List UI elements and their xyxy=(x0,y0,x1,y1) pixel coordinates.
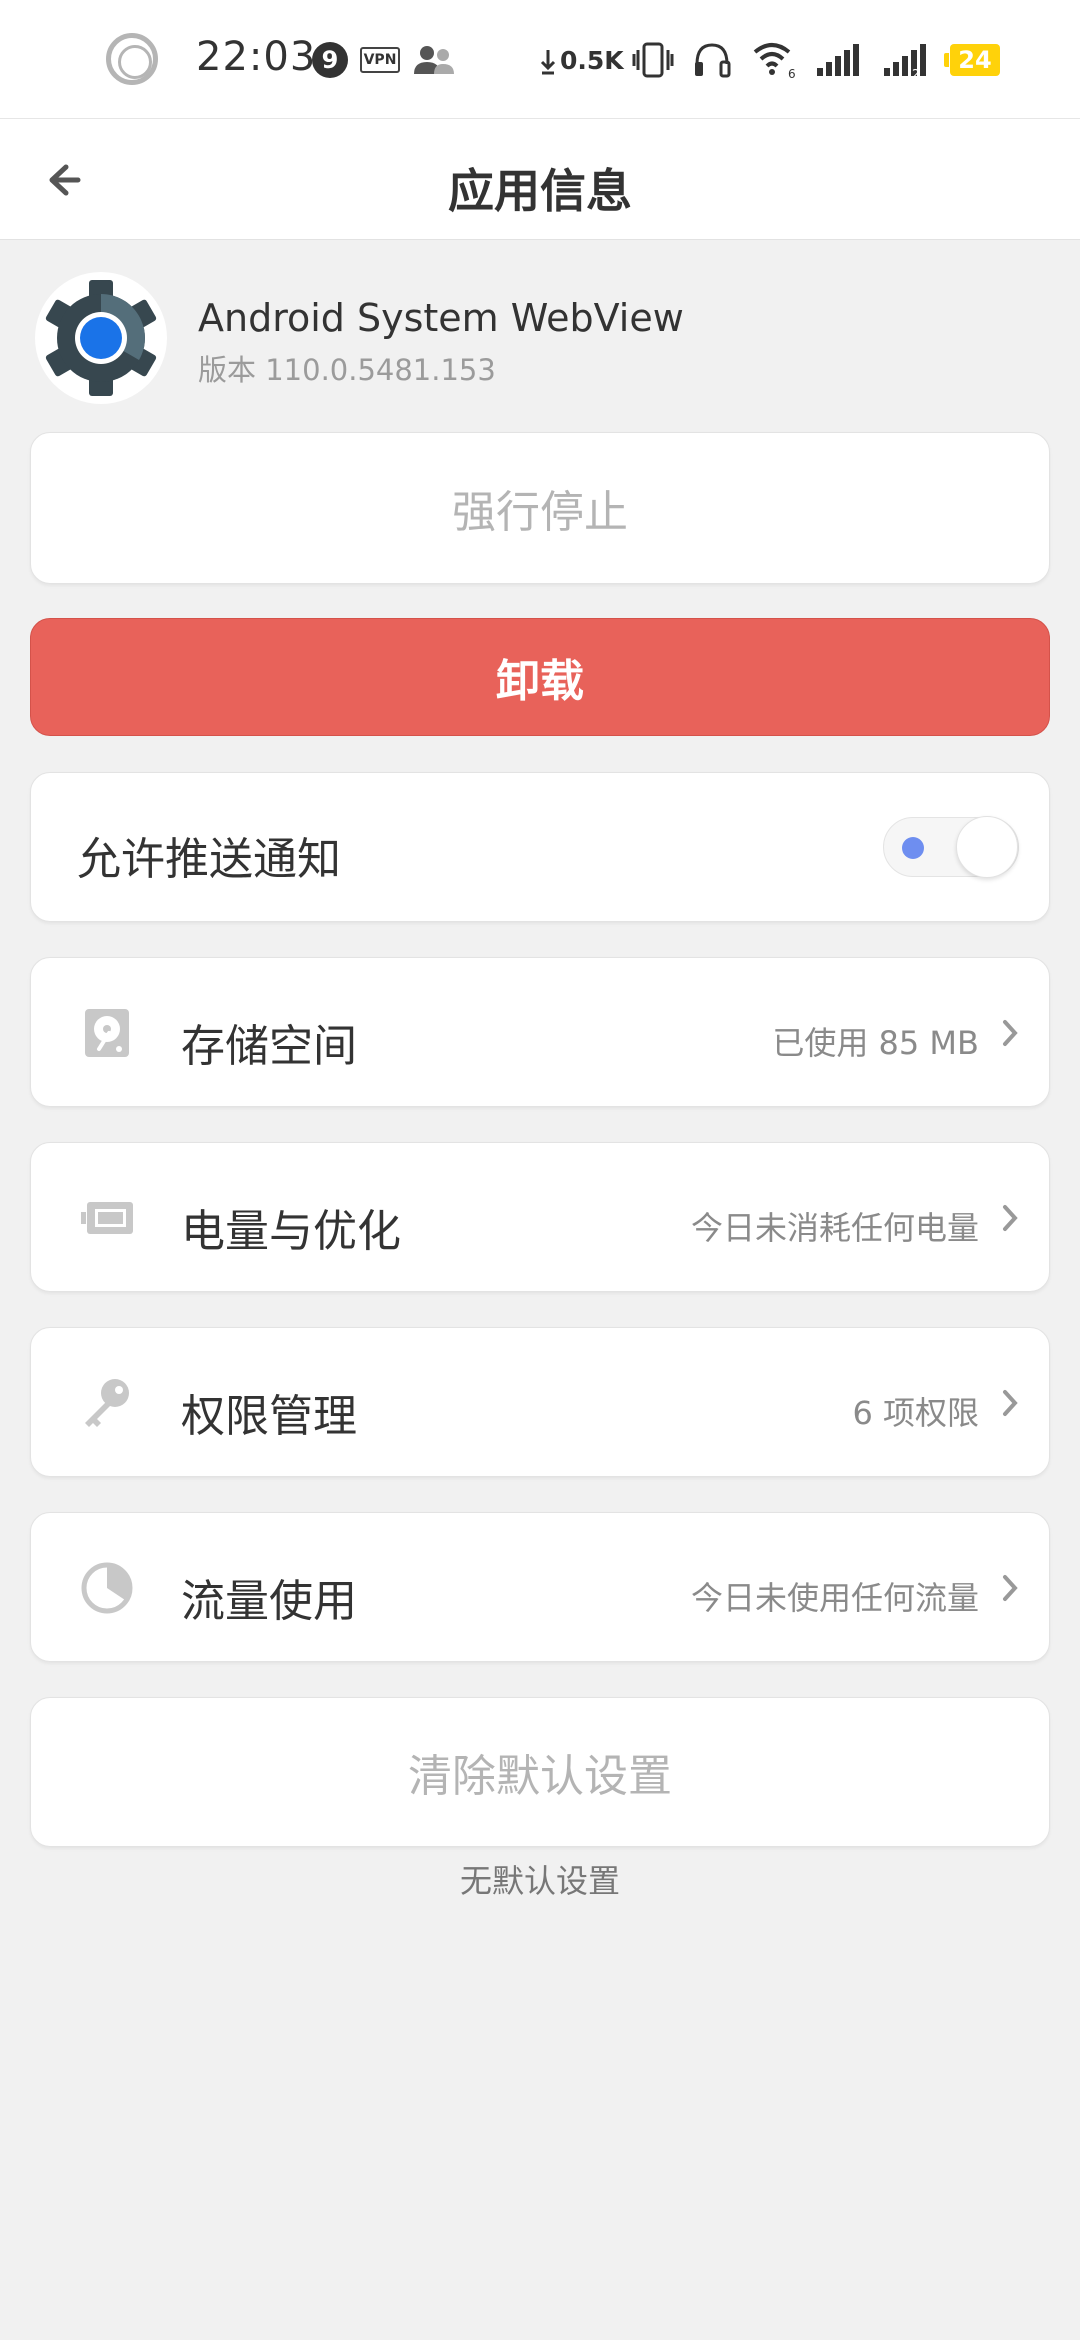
wifi-icon: 6 xyxy=(753,43,796,80)
toggle-knob xyxy=(956,816,1018,878)
signal-icon xyxy=(817,44,859,76)
data-usage-value: 今日未使用任何流量 xyxy=(690,1579,979,1617)
vpn-icon: VPN xyxy=(360,47,400,73)
battery-label: 电量与优化 xyxy=(181,1206,401,1257)
status-bar: 22:03 9 VPN 0.5K 6 2 24 xyxy=(0,0,1080,118)
record-ring-icon xyxy=(106,33,158,85)
title-bar: 应用信息 xyxy=(0,118,1080,240)
toggle-dot xyxy=(902,837,924,859)
clear-defaults-button[interactable]: 清除默认设置 xyxy=(30,1697,1050,1847)
chevron-right-icon xyxy=(1003,1020,1018,1046)
permissions-value: 6 项权限 xyxy=(852,1394,979,1432)
battery-icon xyxy=(81,1202,133,1234)
settings-row-data-usage[interactable]: 流量使用 今日未使用任何流量 xyxy=(30,1512,1050,1662)
chevron-right-icon xyxy=(1003,1205,1018,1231)
no-defaults-note: 无默认设置 xyxy=(459,1862,620,1900)
battery-value: 今日未消耗任何电量 xyxy=(690,1209,979,1247)
app-icon xyxy=(35,272,167,404)
people-icon xyxy=(414,46,454,74)
notification-label: 允许推送通知 xyxy=(77,834,341,885)
chevron-right-icon xyxy=(1003,1575,1018,1601)
settings-row-battery[interactable]: 电量与优化 今日未消耗任何电量 xyxy=(30,1142,1050,1292)
app-info-screen: 22:03 9 VPN 0.5K 6 2 24 应用信息 Android Sys… xyxy=(0,0,1080,2340)
download-arrow-icon xyxy=(540,50,556,75)
app-name: Android System WebView xyxy=(198,296,684,340)
svg-text:2: 2 xyxy=(912,67,920,80)
signal-2-icon: 2 xyxy=(884,44,926,80)
notification-count-badge: 9 xyxy=(312,42,348,78)
storage-icon xyxy=(85,1009,129,1057)
force-stop-button[interactable]: 强行停止 xyxy=(30,432,1050,584)
status-time: 22:03 xyxy=(196,34,317,80)
notification-toggle[interactable] xyxy=(883,816,1019,878)
data-usage-icon xyxy=(81,1562,133,1614)
vibrate-icon xyxy=(632,42,674,78)
headset-icon xyxy=(695,43,731,78)
svg-text:6: 6 xyxy=(788,67,796,80)
data-usage-label: 流量使用 xyxy=(181,1576,357,1627)
page-title: 应用信息 xyxy=(448,164,632,218)
storage-value: 已使用 85 MB xyxy=(772,1024,979,1062)
settings-row-permissions[interactable]: 权限管理 6 项权限 xyxy=(30,1327,1050,1477)
net-speed: 0.5K xyxy=(560,46,624,75)
uninstall-button[interactable]: 卸载 xyxy=(30,618,1050,736)
chevron-right-icon xyxy=(1003,1390,1018,1416)
permissions-label: 权限管理 xyxy=(181,1391,357,1442)
key-icon xyxy=(85,1379,129,1427)
storage-label: 存储空间 xyxy=(181,1021,357,1072)
notification-toggle-row[interactable]: 允许推送通知 xyxy=(30,772,1050,922)
app-version: 版本 110.0.5481.153 xyxy=(198,353,496,387)
webview-gear-icon xyxy=(45,280,157,396)
battery-icon: 24 xyxy=(944,44,1000,76)
settings-row-storage[interactable]: 存储空间 已使用 85 MB xyxy=(30,957,1050,1107)
